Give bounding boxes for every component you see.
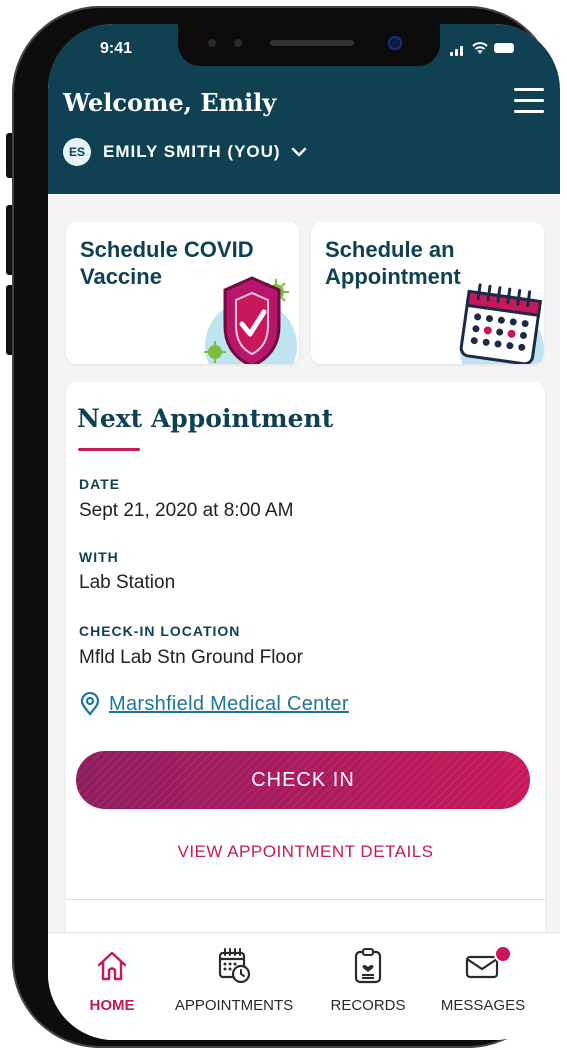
avatar: ES (63, 138, 91, 166)
checkin-location-label: CHECK-IN LOCATION (79, 623, 241, 639)
status-icons (450, 42, 514, 56)
tab-home[interactable]: HOME (48, 947, 176, 1014)
profile-switcher[interactable]: ES EMILY SMITH (YOU) (63, 138, 307, 166)
speaker-grille (270, 40, 354, 46)
tab-messages[interactable]: MESSAGES (419, 945, 547, 1014)
calendar-clock-icon (218, 948, 251, 984)
view-appointment-details-link[interactable]: VIEW APPOINTMENT DETAILS (66, 842, 545, 862)
welcome-title: Welcome, Emily (63, 88, 277, 117)
app-screen: 9:41 Welcome, Emily ES EMILY SMITH (YOU)… (48, 24, 560, 1040)
phone-frame: 9:41 Welcome, Emily ES EMILY SMITH (YOU)… (12, 6, 560, 1048)
tab-appointments[interactable]: APPOINTMENTS (170, 947, 298, 1014)
app-header: 9:41 Welcome, Emily ES EMILY SMITH (YOU) (48, 24, 560, 194)
clipboard-heart-icon (354, 948, 382, 984)
sensor-dot (208, 39, 216, 47)
location-link-text[interactable]: Marshfield Medical Center (109, 693, 349, 716)
date-value: Sept 21, 2020 at 8:00 AM (79, 500, 294, 521)
tab-label: MESSAGES (440, 997, 526, 1014)
phone-notch (178, 24, 440, 66)
divider (66, 899, 545, 900)
profile-name: EMILY SMITH (YOU) (103, 142, 281, 161)
schedule-covid-vaccine-tile[interactable]: Schedule COVID Vaccine (66, 222, 299, 364)
tab-label: RECORDS (330, 997, 406, 1014)
battery-icon (494, 43, 514, 53)
wifi-icon (472, 42, 488, 54)
with-value: Lab Station (79, 572, 176, 593)
card-title: Next Appointment (77, 404, 334, 433)
date-label: DATE (79, 476, 121, 492)
sensor-dot (234, 39, 242, 47)
schedule-appointment-tile[interactable]: Schedule an Appointment (311, 222, 544, 364)
status-time: 9:41 (100, 40, 133, 57)
tab-label: APPOINTMENTS (174, 997, 294, 1014)
notification-badge (494, 945, 512, 963)
calendar-icon (459, 283, 544, 364)
chevron-down-icon (291, 147, 306, 157)
home-icon (97, 951, 127, 981)
front-camera (388, 36, 402, 50)
check-in-button[interactable]: CHECK IN (76, 751, 530, 809)
shield-check-icon (204, 276, 297, 364)
tab-records[interactable]: RECORDS (304, 947, 432, 1014)
checkin-location-value: Mfld Lab Stn Ground Floor (79, 647, 303, 668)
title-underline (78, 448, 140, 451)
map-pin-icon (80, 692, 100, 716)
tab-label: HOME (89, 997, 135, 1014)
with-label: WITH (79, 549, 119, 565)
location-link[interactable]: Marshfield Medical Center (79, 692, 349, 716)
bottom-tab-bar: HOME APPOINTMENTS RECORDS MESSAGES (48, 932, 560, 1040)
hamburger-menu-icon[interactable] (514, 88, 544, 114)
